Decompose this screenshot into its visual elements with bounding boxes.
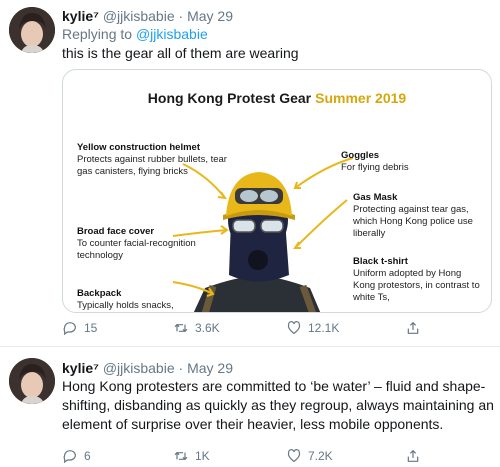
- label-gasmask-title: Gas Mask: [353, 192, 398, 203]
- label-goggles-text: For flying debris: [341, 162, 409, 173]
- avatar-image: [9, 7, 55, 53]
- tweet-date[interactable]: May 29: [187, 8, 233, 24]
- label-face-text: To counter facial-recognition technology: [77, 238, 196, 261]
- label-tshirt-text: Uniform adopted by Hong Kong protestors,…: [353, 268, 480, 303]
- reply-icon: [63, 450, 76, 464]
- retweet-icon: [174, 451, 188, 461]
- reply-button[interactable]: 15: [62, 320, 97, 336]
- label-helmet: Yellow construction helmet Protects agai…: [77, 142, 227, 178]
- reply-icon: [63, 322, 76, 336]
- avatar-image: [9, 358, 55, 404]
- display-name[interactable]: kylie⁷: [62, 8, 99, 24]
- retweet-icon: [174, 323, 188, 333]
- tweet[interactable]: kylie⁷ @jjkisbabie · May 29 Hong Kong pr…: [0, 346, 500, 467]
- separator: ·: [178, 8, 184, 24]
- label-backpack-text: Typically holds snacks,: [77, 300, 174, 311]
- user-handle[interactable]: @jjkisbabie: [103, 360, 175, 376]
- label-backpack-title: Backpack: [77, 288, 122, 299]
- retweet-count: 3.6K: [195, 321, 220, 335]
- label-gasmask-text: Protecting against tear gas, which Hong …: [353, 204, 473, 239]
- replying-handle-link[interactable]: @jjkisbabie: [136, 26, 208, 42]
- avatar[interactable]: [9, 358, 55, 404]
- like-count: 12.1K: [308, 321, 340, 335]
- label-backpack: Backpack Typically holds snacks,: [77, 288, 227, 312]
- label-face-cover: Broad face cover To counter facial-recog…: [77, 226, 227, 262]
- retweet-count: 1K: [195, 449, 210, 463]
- tweet-actions: 15 3.6K 12.1K: [62, 320, 462, 338]
- share-button[interactable]: [405, 320, 427, 336]
- share-icon: [407, 321, 419, 334]
- avatar[interactable]: [9, 7, 55, 53]
- label-helmet-title: Yellow construction helmet: [77, 142, 200, 153]
- like-count: 7.2K: [308, 449, 333, 463]
- tweet-header: kylie⁷ @jjkisbabie · May 29: [62, 8, 233, 24]
- tweet-text: Hong Kong protesters are committed to ‘b…: [62, 378, 494, 432]
- like-button[interactable]: 12.1K: [286, 320, 339, 336]
- display-name[interactable]: kylie⁷: [62, 360, 99, 376]
- like-button[interactable]: 7.2K: [286, 448, 333, 464]
- replying-label: Replying to: [62, 26, 133, 42]
- heart-icon: [287, 449, 301, 463]
- tweet[interactable]: kylie⁷ @jjkisbabie · May 29 Replying to …: [0, 0, 500, 346]
- share-icon: [407, 449, 419, 462]
- label-goggles: Goggles For flying debris: [341, 150, 481, 174]
- tweet-date[interactable]: May 29: [187, 360, 233, 376]
- tweet-media-image[interactable]: Hong Kong Protest Gear Summer 2019 Yello…: [62, 69, 492, 313]
- tweet-actions: 6 1K 7.2K: [62, 448, 462, 466]
- label-tshirt: Black t-shirt Uniform adopted by Hong Ko…: [353, 256, 483, 304]
- retweet-button[interactable]: 1K: [173, 448, 210, 464]
- replying-to: Replying to @jjkisbabie: [62, 26, 208, 42]
- reply-count: 15: [84, 321, 98, 335]
- share-button[interactable]: [405, 448, 427, 464]
- user-handle[interactable]: @jjkisbabie: [103, 8, 175, 24]
- retweet-button[interactable]: 3.6K: [173, 320, 220, 336]
- reply-count: 6: [84, 449, 91, 463]
- label-goggles-title: Goggles: [341, 150, 380, 161]
- tweet-text: this is the gear all of them are wearing: [62, 45, 299, 61]
- reply-button[interactable]: 6: [62, 448, 91, 464]
- separator: ·: [178, 360, 184, 376]
- label-tshirt-title: Black t-shirt: [353, 256, 408, 267]
- tweet-header: kylie⁷ @jjkisbabie · May 29: [62, 360, 233, 376]
- label-helmet-text: Protects against rubber bullets, tear ga…: [77, 154, 227, 177]
- label-gas-mask: Gas Mask Protecting against tear gas, wh…: [353, 192, 483, 240]
- heart-icon: [287, 321, 301, 335]
- label-face-title: Broad face cover: [77, 226, 155, 237]
